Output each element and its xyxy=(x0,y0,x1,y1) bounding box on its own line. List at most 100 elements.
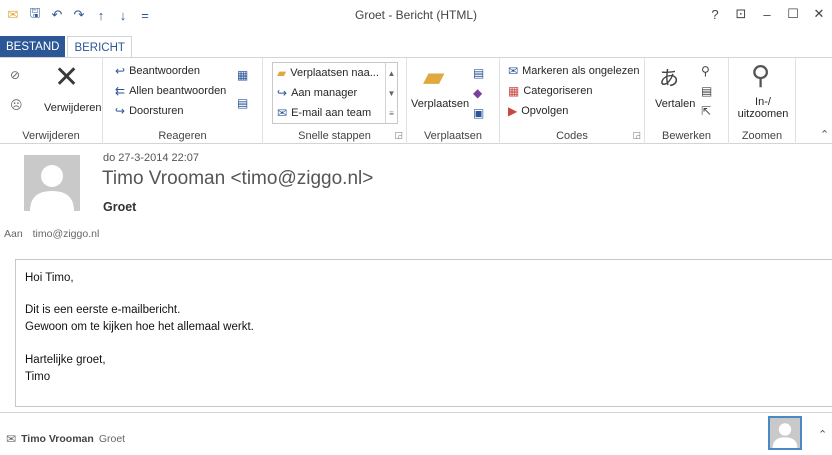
group-label-reageren: Reageren xyxy=(158,130,207,142)
body-line: Dit is een eerste e-mailbericht. xyxy=(25,304,181,316)
rules-icon[interactable]: ▤ xyxy=(473,66,484,80)
title-bar: ✉ 🖫 ↶ ↷ ↑ ↓ = Groet - Bericht (HTML) ? ⊡… xyxy=(0,0,832,30)
delete-button[interactable]: Verwijderen xyxy=(44,102,101,114)
window-controls: ? ⊡ – ☐ ✕ xyxy=(702,2,832,26)
zoom-label-line2: uitzoomen xyxy=(737,108,789,120)
group-reageren: ↩ Beantwoorden ⇇ Allen beantwoorden ↪ Do… xyxy=(103,58,263,144)
message-subject: Groet xyxy=(103,200,137,214)
forward-button[interactable]: ↪ Doorsturen xyxy=(115,104,183,118)
onenote-icon[interactable]: ◆ xyxy=(473,86,482,100)
expand-people-pane-icon[interactable]: ⌃ xyxy=(818,428,827,441)
followup-label: Opvolgen xyxy=(521,105,569,117)
meeting-icon[interactable]: ▦ xyxy=(237,68,248,82)
categories-icon: ▦ xyxy=(508,84,520,98)
delete-icon[interactable]: ✕ xyxy=(54,60,79,95)
people-pane-name: Timo Vrooman xyxy=(21,433,94,445)
group-label-zoomen: Zoomen xyxy=(741,130,783,142)
ribbon-display-options-button[interactable]: ⊡ xyxy=(728,2,754,26)
group-verplaatsen: ▰ Verplaatsen ▤ ◆ ▣ Verplaatsen xyxy=(407,58,500,144)
mail-icon: ✉ xyxy=(7,7,19,22)
zoom-button[interactable]: In-/ uitzoomen xyxy=(737,96,789,120)
envelope-icon: ✉ xyxy=(508,64,519,78)
maximize-button[interactable]: ☐ xyxy=(780,2,806,26)
next-item-icon[interactable]: ↓ xyxy=(114,6,132,24)
envelope-icon: ✉ xyxy=(6,432,17,446)
to-label: Aan xyxy=(4,228,23,240)
customize-qat-icon[interactable]: = xyxy=(136,6,154,24)
minimize-button[interactable]: – xyxy=(754,2,780,26)
folder-icon: ▰ xyxy=(277,66,287,80)
ribbon: ⊘ ☹ ✕ Verwijderen Verwijderen ↩ Beantwoo… xyxy=(0,57,832,144)
reply-label: Beantwoorden xyxy=(129,65,201,77)
mark-unread-button[interactable]: ✉ Markeren als ongelezen xyxy=(508,64,639,78)
quick-step-team-email[interactable]: ✉ E-mail aan team xyxy=(273,103,397,123)
message-date: do 27-3-2014 22:07 xyxy=(103,152,200,164)
group-codes: ✉ Markeren als ongelezen ▦ Categoriseren… xyxy=(500,58,645,144)
categorize-button[interactable]: ▦ Categoriseren xyxy=(508,84,592,98)
quick-step-label: Aan manager xyxy=(291,87,358,99)
gallery-scroll[interactable]: ▲ ▼ ≡ xyxy=(385,63,397,123)
group-zoomen: ⚲ In-/ uitzoomen Zoomen xyxy=(729,58,796,144)
quick-step-move-to[interactable]: ▰ Verplaatsen naa... xyxy=(273,63,397,83)
people-pane-avatar[interactable] xyxy=(768,416,802,450)
mail-icon: ✉ xyxy=(277,106,288,120)
forward-icon: ↪ xyxy=(277,86,288,100)
reply-all-icon: ⇇ xyxy=(115,84,126,98)
mark-unread-label: Markeren als ongelezen xyxy=(522,65,640,77)
junk-icon[interactable]: ☹ xyxy=(10,98,23,112)
message-sender[interactable]: Timo Vrooman <timo@ziggo.nl> xyxy=(102,168,373,190)
message-body[interactable]: Hoi Timo, Dit is een eerste e-mailberich… xyxy=(15,259,832,407)
quick-step-to-manager[interactable]: ↪ Aan manager xyxy=(273,83,397,103)
related-icon[interactable]: ▤ xyxy=(701,84,712,98)
people-pane-subject: Groet xyxy=(98,433,126,445)
sender-avatar[interactable] xyxy=(24,155,80,211)
quick-access-toolbar: ✉ 🖫 ↶ ↷ ↑ ↓ = xyxy=(4,5,154,24)
previous-item-icon[interactable]: ↑ xyxy=(92,6,110,24)
redo-icon[interactable]: ↷ xyxy=(70,6,88,24)
zoom-label-line1: In-/ xyxy=(755,96,771,108)
ignore-icon[interactable]: ⊘ xyxy=(10,68,20,82)
find-icon[interactable]: ⚲ xyxy=(701,64,710,78)
group-label-bewerken: Bewerken xyxy=(662,130,711,142)
collapse-ribbon-icon[interactable]: ⌃ xyxy=(820,128,829,141)
group-label-verwijderen: Verwijderen xyxy=(22,130,80,142)
reply-all-label: Allen beantwoorden xyxy=(129,85,227,97)
quick-step-label: E-mail aan team xyxy=(291,107,372,119)
zoom-icon[interactable]: ⚲ xyxy=(751,60,770,91)
reply-icon: ↩ xyxy=(115,64,126,78)
categorize-label: Categoriseren xyxy=(523,85,593,97)
followup-button[interactable]: ▶ Opvolgen xyxy=(508,104,568,118)
body-line: Hartelijke groet, xyxy=(25,354,106,366)
help-button[interactable]: ? xyxy=(702,2,728,26)
ribbon-tabs: BESTAND BERICHT xyxy=(0,36,132,58)
recipient-row: Aan timo@ziggo.nl xyxy=(4,228,99,240)
undo-icon[interactable]: ↶ xyxy=(48,6,66,24)
forward-icon: ↪ xyxy=(115,104,126,118)
group-verwijderen: ⊘ ☹ ✕ Verwijderen Verwijderen xyxy=(0,58,103,144)
flag-icon: ▶ xyxy=(508,104,518,118)
body-line: Gewoon om te kijken hoe het allemaal wer… xyxy=(25,321,254,333)
reply-all-button[interactable]: ⇇ Allen beantwoorden xyxy=(115,84,226,98)
people-pane: ✉ Timo Vrooman Groet xyxy=(0,412,832,455)
actions-icon[interactable]: ▣ xyxy=(473,106,484,120)
tab-file[interactable]: BESTAND xyxy=(0,36,66,58)
reply-button[interactable]: ↩ Beantwoorden xyxy=(115,64,200,78)
group-label-codes: Codes xyxy=(556,130,588,142)
save-icon[interactable]: 🖫 xyxy=(26,5,44,24)
translate-button[interactable]: Vertalen xyxy=(655,98,695,110)
to-value[interactable]: timo@ziggo.nl xyxy=(33,228,100,240)
close-button[interactable]: ✕ xyxy=(806,2,832,26)
people-pane-entry[interactable]: ✉ Timo Vrooman Groet xyxy=(6,432,125,446)
move-button[interactable]: Verplaatsen xyxy=(411,98,469,110)
forward-label: Doorsturen xyxy=(129,105,184,117)
select-icon[interactable]: ⇱ xyxy=(701,104,711,118)
group-label-verplaatsen: Verplaatsen xyxy=(423,130,483,142)
translate-icon[interactable]: あ xyxy=(659,62,679,91)
tab-message[interactable]: BERICHT xyxy=(67,36,132,58)
move-folder-icon[interactable]: ▰ xyxy=(423,60,445,93)
body-line: Timo xyxy=(25,371,51,383)
more-respond-icon[interactable]: ▤ xyxy=(237,96,248,110)
quick-steps-gallery: ▰ Verplaatsen naa... ↪ Aan manager ✉ E-m… xyxy=(272,62,398,124)
group-bewerken: あ Vertalen ⚲ ▤ ⇱ Bewerken xyxy=(645,58,729,144)
group-snelle-stappen: ▰ Verplaatsen naa... ↪ Aan manager ✉ E-m… xyxy=(263,58,407,144)
